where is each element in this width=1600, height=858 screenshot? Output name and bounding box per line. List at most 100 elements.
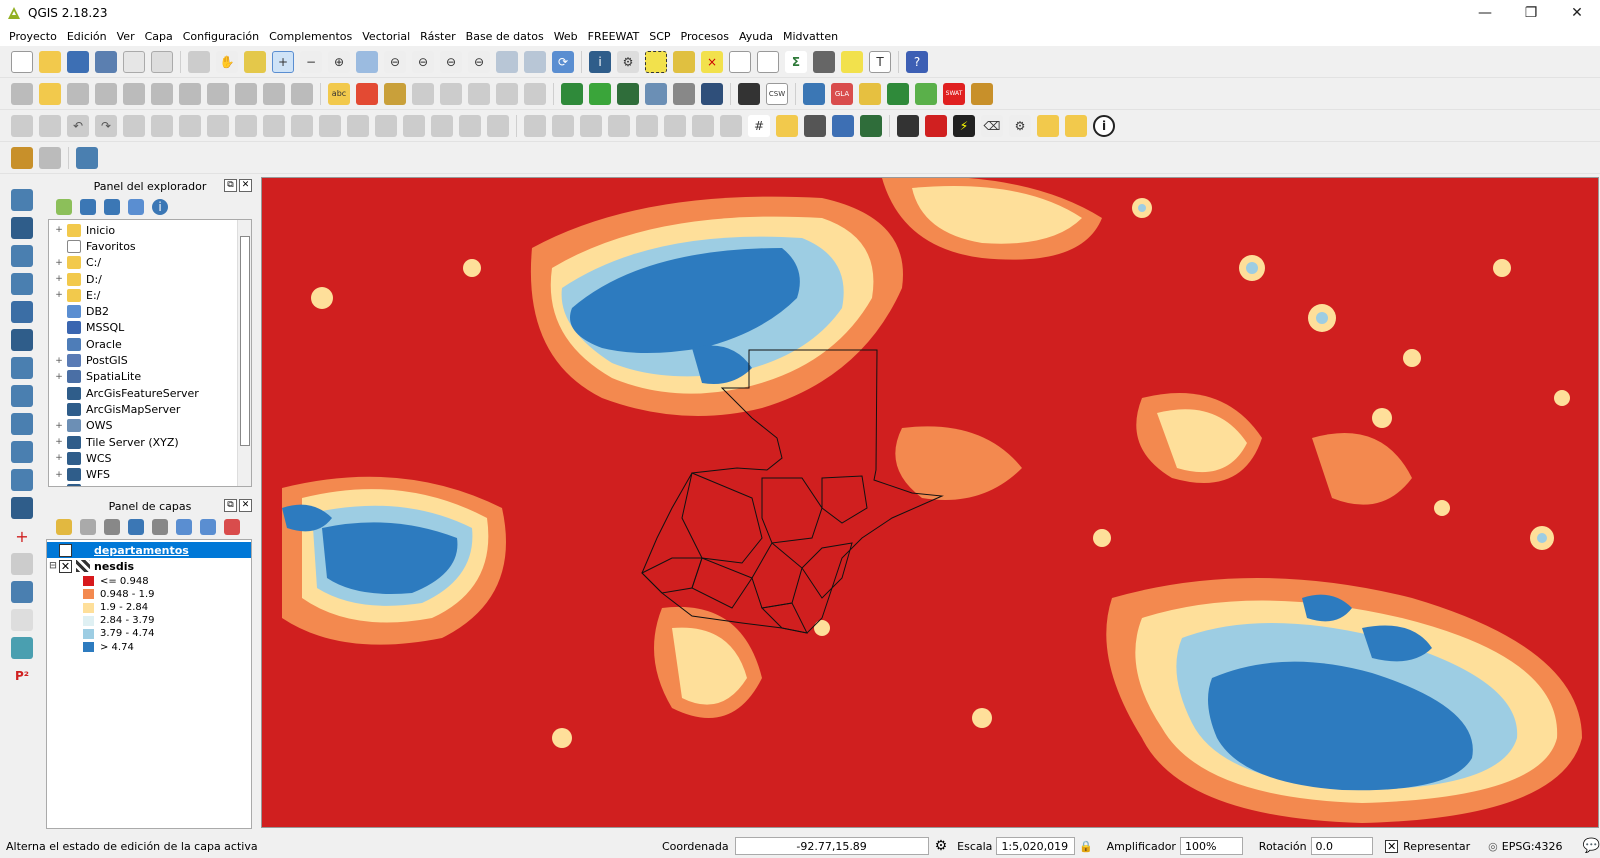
map-canvas[interactable]	[261, 177, 1599, 828]
pin-labels-icon[interactable]	[384, 82, 406, 105]
add-oracle-icon[interactable]	[11, 497, 33, 519]
glad-plugin-icon[interactable]: GLA	[831, 82, 853, 105]
open-project-icon[interactable]	[39, 50, 61, 73]
scp-polygon-icon[interactable]	[1065, 114, 1087, 137]
increase-brightness-icon[interactable]	[636, 114, 658, 137]
georeferencer-icon[interactable]	[776, 114, 798, 137]
menu-complementos[interactable]: Complementos	[264, 30, 357, 43]
fill-ring-icon[interactable]	[235, 114, 257, 137]
rotate-symbols-icon[interactable]	[487, 114, 509, 137]
add-wms-icon[interactable]	[738, 82, 760, 105]
crs-label[interactable]: EPSG:4326	[1502, 840, 1563, 853]
rotate-label-icon[interactable]	[468, 82, 490, 105]
redo-icon[interactable]: ↷	[95, 114, 117, 137]
browser-scrollbar[interactable]	[237, 220, 251, 486]
filter-expression-icon[interactable]	[152, 519, 168, 535]
float-panel-button[interactable]: ⧉	[224, 499, 237, 512]
map-tips-icon[interactable]	[841, 50, 863, 73]
collapse-all-icon[interactable]	[128, 199, 144, 215]
toggle-editing-icon[interactable]	[39, 82, 61, 105]
crs-globe-icon[interactable]: ◎	[1488, 840, 1498, 853]
expand-toggle[interactable]: +	[53, 258, 65, 268]
terrain-plugin-icon[interactable]	[915, 82, 937, 105]
add-ring-icon[interactable]	[179, 114, 201, 137]
add-vector-layer-icon[interactable]	[561, 82, 583, 105]
trace-icon[interactable]	[11, 553, 33, 575]
raster-full-stretch-icon[interactable]	[608, 114, 630, 137]
scale-field[interactable]: 1:5,020,019	[996, 837, 1075, 855]
decrease-contrast-icon[interactable]	[720, 114, 742, 137]
pan-to-selection-icon[interactable]	[244, 50, 266, 73]
menu-ver[interactable]: Ver	[112, 30, 140, 43]
refresh-icon[interactable]: ⟳	[552, 50, 574, 73]
add-group-icon[interactable]	[80, 519, 96, 535]
zoom-out-icon[interactable]: −	[300, 50, 322, 73]
menu-scp[interactable]: SCP	[644, 30, 675, 43]
zoom-full-icon[interactable]	[356, 50, 378, 73]
messages-icon[interactable]: 💬	[1583, 838, 1600, 854]
label-icon[interactable]: abc	[328, 82, 350, 105]
grid-icon[interactable]: #	[748, 114, 770, 137]
delete-part-icon[interactable]	[291, 114, 313, 137]
expand-toggle[interactable]: +	[53, 290, 65, 300]
browser-item[interactable]: + WMS	[53, 483, 235, 486]
print-composer-icon[interactable]	[123, 50, 145, 73]
select-area-icon[interactable]	[11, 581, 33, 603]
collapse-layers-icon[interactable]	[200, 519, 216, 535]
browser-item[interactable]: + WCS	[53, 450, 235, 466]
minimize-button[interactable]: —	[1462, 0, 1508, 26]
browser-item[interactable]: + OWS	[53, 418, 235, 434]
deselect-all-icon[interactable]: ×	[701, 50, 723, 73]
refresh-browser-icon[interactable]	[80, 199, 96, 215]
expand-toggle[interactable]: +	[53, 437, 65, 447]
add-database-icon[interactable]	[701, 82, 723, 105]
close-button[interactable]: ✕	[1554, 0, 1600, 26]
menu-proyecto[interactable]: Proyecto	[4, 30, 62, 43]
merge-attributes-icon[interactable]	[459, 114, 481, 137]
menu-capa[interactable]: Capa	[140, 30, 178, 43]
cad-tools-icon[interactable]	[11, 114, 33, 137]
move-label-icon[interactable]	[440, 82, 462, 105]
browser-item[interactable]: + D:/	[53, 271, 235, 287]
identify-icon[interactable]: i	[589, 50, 611, 73]
zoom-in-icon[interactable]: +	[272, 50, 294, 73]
lightning-icon[interactable]: ⚡	[953, 114, 975, 137]
zoom-next-icon[interactable]: ⊖	[468, 50, 490, 73]
undo-icon[interactable]: ↶	[67, 114, 89, 137]
add-wcs-layer-icon[interactable]	[11, 329, 33, 351]
python-console-icon[interactable]	[803, 82, 825, 105]
menu-web[interactable]: Web	[549, 30, 583, 43]
visibility-icon[interactable]	[104, 519, 120, 535]
show-hide-labels-icon[interactable]	[412, 82, 434, 105]
composer-manager-icon[interactable]	[151, 50, 173, 73]
expand-toggle[interactable]: +	[53, 225, 65, 235]
menu-configuracion[interactable]: Configuración	[178, 30, 264, 43]
crosshair-icon[interactable]: +	[11, 525, 33, 547]
add-circular-string-icon[interactable]	[123, 82, 145, 105]
browser-item[interactable]: + Tile Server (XYZ)	[53, 434, 235, 450]
new-shapefile-icon[interactable]	[589, 82, 611, 105]
scp-settings-icon[interactable]: ⚙	[1009, 114, 1031, 137]
touch-zoom-icon[interactable]	[188, 50, 210, 73]
node-tool-icon[interactable]	[179, 82, 201, 105]
rotate-feature-icon[interactable]	[123, 114, 145, 137]
change-label-icon[interactable]	[496, 82, 518, 105]
menu-procesos[interactable]: Procesos	[676, 30, 734, 43]
save-project-icon[interactable]	[67, 50, 89, 73]
zoom-one-to-one-icon[interactable]: ⊕	[328, 50, 350, 73]
cut-features-icon[interactable]	[235, 82, 257, 105]
add-wms-layer-icon[interactable]	[11, 301, 33, 323]
layers-stack-icon[interactable]	[897, 114, 919, 137]
layer-nesdis[interactable]: ⊟ ✕ nesdis	[47, 558, 251, 574]
text-annotation-icon[interactable]: T	[869, 50, 891, 73]
attribute-table-icon[interactable]	[729, 50, 751, 73]
browser-item[interactable]: Favoritos	[53, 238, 235, 254]
browser-item[interactable]: ArcGisFeatureServer	[53, 385, 235, 401]
add-spatialite-icon[interactable]	[673, 82, 695, 105]
menu-midvatten[interactable]: Midvatten	[778, 30, 843, 43]
add-spatialite-layer-icon[interactable]	[11, 245, 33, 267]
label-options-icon[interactable]	[524, 82, 546, 105]
bookmark-icon[interactable]	[524, 50, 546, 73]
close-panel-button[interactable]: ✕	[239, 179, 252, 192]
delete-selected-icon[interactable]	[207, 82, 229, 105]
